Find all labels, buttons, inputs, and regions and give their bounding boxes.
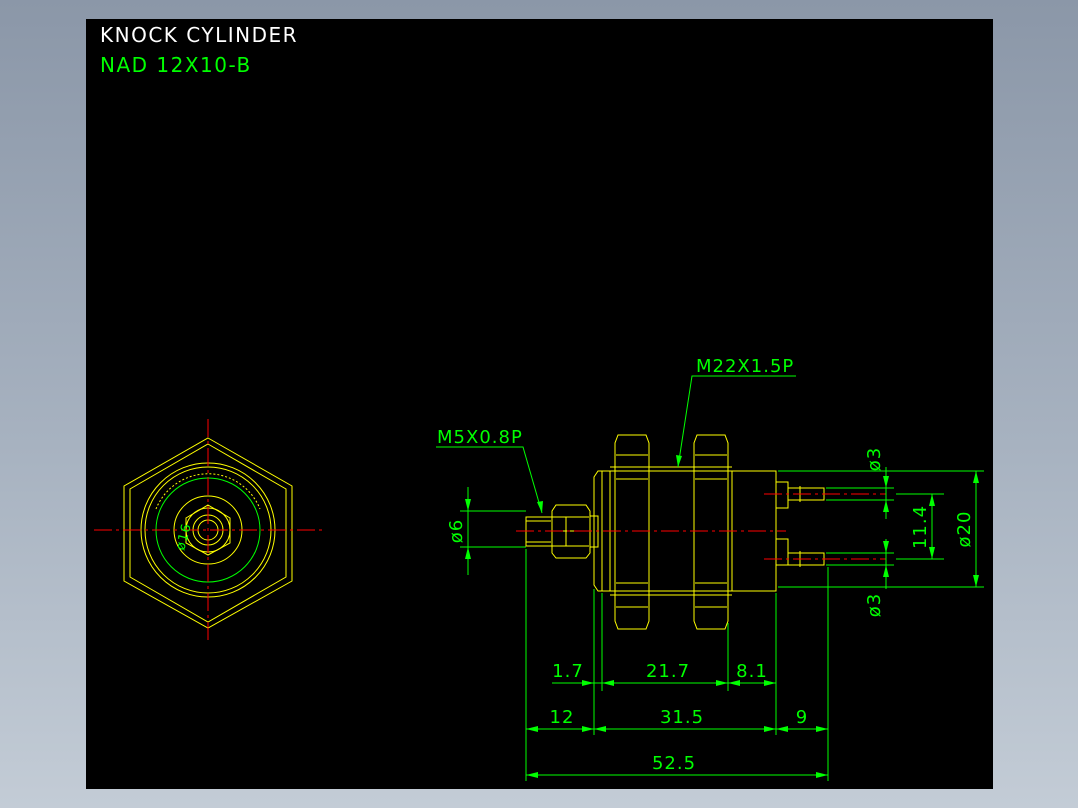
arrow-port-spacing-top — [929, 494, 935, 506]
end-view-dia-label: ø16 — [173, 522, 195, 552]
arrow-thread-rod — [537, 501, 543, 513]
drawing-canvas[interactable]: KNOCK CYLINDER NAD 12X10-B ø16 M22X1.5P … — [86, 19, 993, 789]
dim-row2-c: 9 — [796, 707, 808, 728]
arrow-overall-b — [816, 772, 828, 778]
arrow-row2-d — [764, 726, 776, 732]
label-thread-main: M22X1.5P — [696, 356, 794, 377]
arrow-body-top — [973, 471, 979, 483]
dimension-texts: M22X1.5P M5X0.8P ø6 ø3 ø3 11.4 ø20 1.7 2… — [437, 356, 975, 774]
arrow-thread-main — [676, 455, 682, 467]
side-view — [525, 434, 825, 630]
dim-row2-b: 31.5 — [660, 707, 704, 728]
arrow-row2-e — [776, 726, 788, 732]
arrow-row2-a — [526, 726, 538, 732]
label-body-dia: ø20 — [954, 511, 975, 548]
body-nut-1 — [614, 434, 650, 630]
dim-row1-b: 21.7 — [646, 661, 690, 682]
arrow-port-top-a — [883, 476, 889, 488]
dim-overall-text: 52.5 — [652, 753, 696, 774]
dim-row1-c: 8.1 — [736, 661, 768, 682]
dimension-arrows — [465, 455, 979, 778]
arrow-port-top-b — [883, 500, 889, 512]
arrow-port-bottom-a — [883, 541, 889, 553]
arrow-overall-a — [526, 772, 538, 778]
arrow-row2-c — [594, 726, 606, 732]
cad-drawing: ø16 M22X1.5P M5X0.8P ø6 ø3 ø3 11.4 ø20 1… — [94, 356, 984, 781]
arrow-rod-top — [465, 499, 471, 511]
arrow-body-bottom — [973, 575, 979, 587]
port-bottom-base — [775, 538, 789, 566]
arrow-row1-c — [716, 680, 728, 686]
side-view-centerlines — [516, 493, 886, 560]
arrow-port-bottom-b — [883, 565, 889, 577]
dim-row2-a: 12 — [550, 707, 575, 728]
dim-row1-a: 1.7 — [552, 661, 584, 682]
body-nut-2 — [693, 434, 729, 630]
port-top-base — [775, 481, 789, 509]
arrow-row2-f — [816, 726, 828, 732]
label-port-dia-bottom: ø3 — [864, 593, 885, 617]
label-rod-dia: ø6 — [446, 519, 467, 543]
label-thread-rod: M5X0.8P — [437, 427, 523, 448]
leader-thread-main — [677, 375, 796, 468]
arrow-rod-bottom — [465, 547, 471, 559]
label-port-dia-top: ø3 — [864, 447, 885, 471]
leader-thread-rod — [436, 446, 543, 514]
arrow-row2-b — [582, 726, 594, 732]
end-view-centerlines — [94, 419, 322, 641]
arrow-row1-b — [602, 680, 614, 686]
label-port-spacing: 11.4 — [910, 505, 931, 549]
